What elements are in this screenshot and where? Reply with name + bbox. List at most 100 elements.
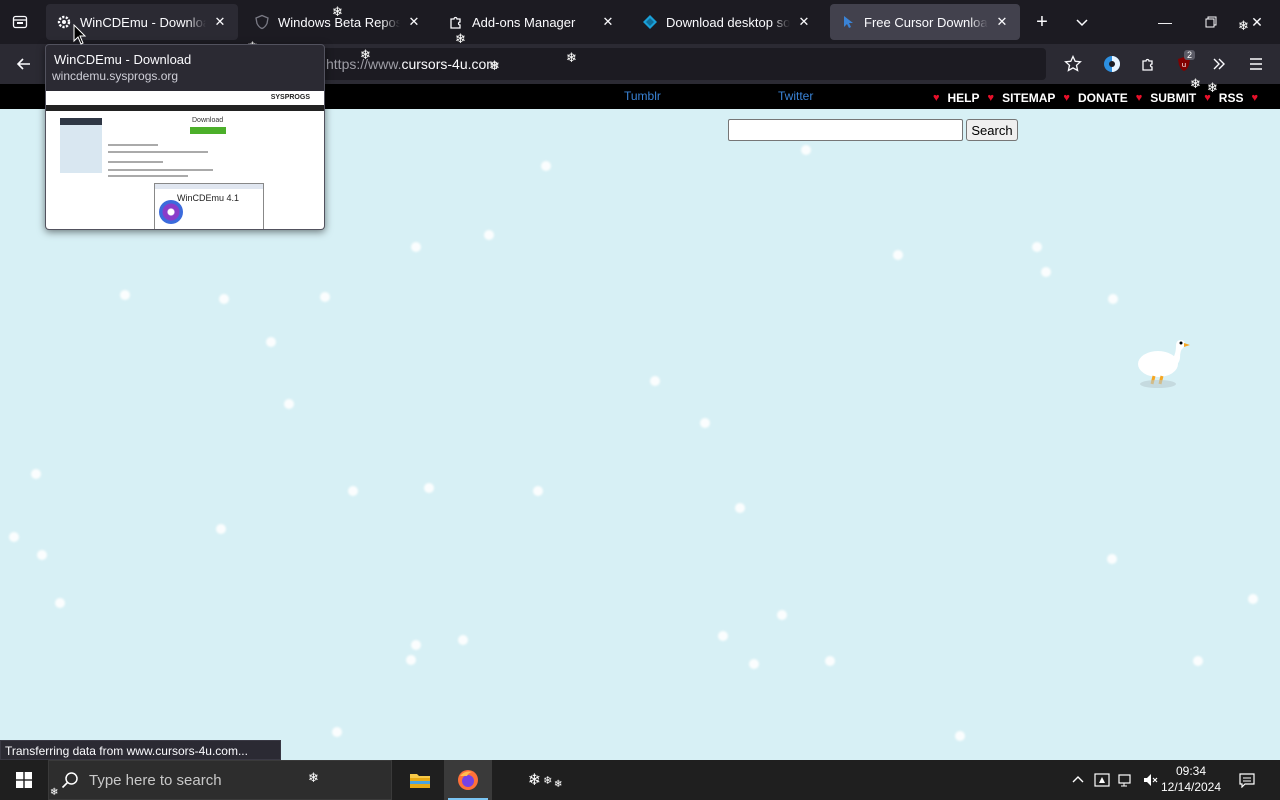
snow-dot	[1193, 656, 1203, 666]
snow-dot	[1032, 242, 1042, 252]
snow-dot	[1041, 267, 1051, 277]
thumb-app-screenshot: WinCDEmu 4.1	[154, 183, 264, 229]
diamond-icon	[642, 14, 658, 30]
site-search-input[interactable]	[728, 119, 963, 141]
snow-dot	[219, 294, 229, 304]
notification-center-button[interactable]	[1237, 770, 1257, 790]
snowflake-icon: ❄	[455, 32, 466, 47]
snowflake-icon: ❄	[332, 5, 343, 20]
snow-dot	[55, 598, 65, 608]
close-icon[interactable]: ✕	[212, 14, 228, 30]
clock-date: 12/14/2024	[1160, 780, 1222, 794]
arrow-cursor-icon	[73, 23, 87, 45]
menu-help[interactable]: HELP	[948, 91, 980, 105]
menu-donate[interactable]: DONATE	[1078, 91, 1128, 105]
thumb-heading: Download	[192, 117, 224, 124]
heart-icon: ♥	[987, 92, 995, 104]
snow-dot	[718, 631, 728, 641]
twitter-link[interactable]: Twitter	[778, 89, 813, 103]
bookmark-button[interactable]	[1059, 50, 1087, 78]
start-button[interactable]	[0, 760, 48, 800]
firefox-view-icon	[12, 15, 28, 29]
dark-reader-button[interactable]	[1098, 50, 1126, 78]
snow-dot	[801, 145, 811, 155]
snow-dot	[424, 483, 434, 493]
snowflake-icon: ❄	[50, 787, 59, 798]
heart-icon: ♥	[1063, 92, 1070, 104]
close-icon[interactable]: ✕	[600, 14, 616, 30]
tray-network-button[interactable]	[1116, 770, 1136, 790]
thumb-text-line	[108, 175, 188, 177]
chevron-down-icon	[1076, 19, 1088, 27]
tab-title: WinCDEmu - Download	[80, 14, 206, 30]
snow-dot	[31, 469, 41, 479]
tab-free-cursor-downloads[interactable]: Free Cursor Downloads - C ✕	[830, 4, 1020, 40]
tumblr-link[interactable]: Tumblr	[624, 89, 661, 103]
gear-icon	[56, 14, 72, 30]
snow-dot	[284, 399, 294, 409]
snow-dot	[406, 655, 416, 665]
folder-icon	[410, 774, 430, 788]
new-tab-button[interactable]: +	[1028, 8, 1056, 36]
back-button[interactable]	[10, 50, 38, 78]
snow-dot	[893, 250, 903, 260]
snow-dot	[777, 610, 787, 620]
tab-strip: WinCDEmu - Download ✕ Windows Beta Repos…	[0, 0, 1280, 44]
clock-time: 09:34	[1175, 764, 1207, 778]
mouse-cursor	[73, 23, 87, 46]
double-chevron-right-icon	[1213, 58, 1225, 70]
app-menu-button[interactable]	[1242, 50, 1270, 78]
close-icon[interactable]: ✕	[406, 14, 422, 30]
list-all-tabs-button[interactable]	[1068, 8, 1096, 36]
close-icon: ✕	[1251, 13, 1263, 30]
site-search-button[interactable]: Search	[966, 119, 1018, 141]
puzzle-icon	[1142, 58, 1153, 71]
menu-submit[interactable]: SUBMIT	[1150, 91, 1196, 105]
extensions-button[interactable]	[1134, 50, 1162, 78]
snow-dot	[1248, 594, 1258, 604]
tab-download-desktop-software[interactable]: Download desktop software ✕	[632, 4, 822, 40]
snowflake-icon: ❄	[489, 59, 500, 74]
puzzle-icon	[448, 14, 464, 30]
snowflake-icon: ❄	[554, 779, 563, 790]
shield-icon	[254, 14, 270, 30]
tray-overflow-button[interactable]	[1068, 770, 1088, 790]
thumb-navbar	[46, 105, 324, 111]
close-icon[interactable]: ✕	[994, 14, 1010, 30]
arrow-left-icon	[16, 58, 30, 70]
snow-dot	[9, 532, 19, 542]
tray-app-icon[interactable]	[1092, 770, 1112, 790]
thumb-text-line	[108, 161, 163, 163]
snow-dot	[37, 550, 47, 560]
close-icon[interactable]: ✕	[796, 14, 812, 30]
minimize-button[interactable]: —	[1142, 0, 1188, 44]
ublock-origin-button[interactable]: u 2	[1170, 50, 1198, 78]
snowflake-icon: ❄	[566, 51, 577, 66]
firefox-icon	[458, 770, 478, 790]
taskbar-clock[interactable]: 09:34 12/14/2024	[1160, 763, 1222, 795]
thumb-app-name: WinCDEmu 4.1	[177, 193, 240, 203]
firefox-view-button[interactable]	[6, 8, 34, 36]
taskbar-firefox[interactable]	[444, 760, 492, 800]
menu-sitemap[interactable]: SITEMAP	[1002, 91, 1055, 105]
menu-rss[interactable]: RSS	[1219, 91, 1244, 105]
tray-volume-button[interactable]	[1140, 770, 1160, 790]
snowflake-icon: ❄	[1238, 19, 1249, 34]
thumb-text-line	[108, 144, 158, 146]
preview-url: wincdemu.sysprogs.org	[52, 69, 179, 83]
snow-dot	[411, 640, 421, 650]
windows-taskbar: Type here to search ❄ ❄ ❄ 09:34 12/14/20…	[0, 760, 1280, 800]
tab-preview-popup: WinCDEmu - Download wincdemu.sysprogs.or…	[45, 44, 325, 230]
heart-icon: ♥	[1251, 92, 1258, 104]
snow-dot	[700, 418, 710, 428]
more-tools-button[interactable]	[1205, 50, 1233, 78]
restore-button[interactable]	[1188, 0, 1234, 44]
thumb-logo: SYSPROGS	[270, 94, 310, 101]
restore-icon	[1205, 16, 1217, 28]
url-text[interactable]: https://www.cursors-4u.com	[326, 56, 498, 72]
status-bar: Transferring data from www.cursors-4u.co…	[0, 740, 281, 760]
snow-dot	[320, 292, 330, 302]
taskbar-file-explorer[interactable]	[396, 760, 444, 800]
taskbar-search-box[interactable]: Type here to search	[48, 760, 392, 800]
tab-addons-manager[interactable]: Add-ons Manager ✕	[438, 4, 626, 40]
